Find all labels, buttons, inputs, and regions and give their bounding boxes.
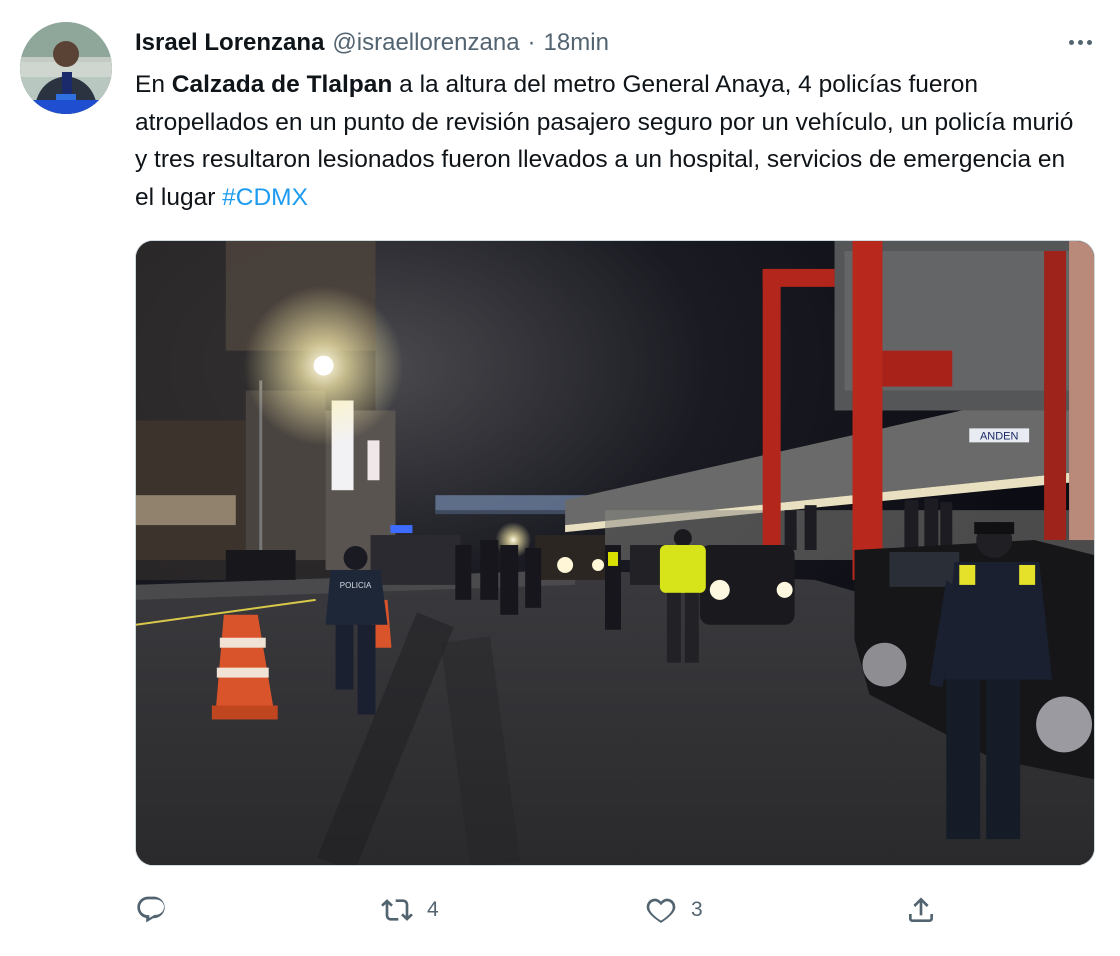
separator-dot: · [527,29,536,56]
hashtag-link[interactable]: #CDMX [222,184,308,211]
avatar[interactable] [20,22,112,114]
more-options-icon-dot [1086,39,1092,45]
like-count: 3 [691,898,703,921]
tweet-actions: 4 3 [135,888,955,932]
avatar-image [20,22,112,114]
vest-label: POLICIA [340,581,372,590]
night-street-photo: ANDEN POLICIA [136,241,1094,865]
reply-button[interactable] [135,888,181,932]
tweet: Israel Lorenzana @israellorenzana · 18mi… [0,0,1120,956]
reply-icon [137,896,165,923]
like-icon [646,898,676,923]
author-handle[interactable]: @israellorenzana [332,28,519,58]
more-options-icon [1068,39,1074,45]
share-button[interactable] [905,888,937,932]
tweet-photo[interactable]: ANDEN POLICIA [135,240,1095,866]
tweet-text: En Calzada de Tlalpan a la altura del me… [135,66,1090,216]
tweet-text-bold: Calzada de Tlalpan [171,71,393,98]
retweet-count: 4 [427,898,439,921]
retweet-button[interactable]: 4 [381,888,439,932]
station-sign: ANDEN [980,430,1018,442]
tweet-header: Israel Lorenzana @israellorenzana · 18mi… [135,28,609,58]
tweet-text-before: En [135,71,172,98]
more-options-icon-dot [1077,39,1083,45]
retweet-icon [381,899,413,921]
author-name[interactable]: Israel Lorenzana [135,28,324,58]
tweet-timestamp[interactable]: 18min [544,28,609,58]
more-options-button[interactable] [1062,28,1098,56]
share-icon [909,897,933,922]
like-button[interactable]: 3 [645,888,703,932]
